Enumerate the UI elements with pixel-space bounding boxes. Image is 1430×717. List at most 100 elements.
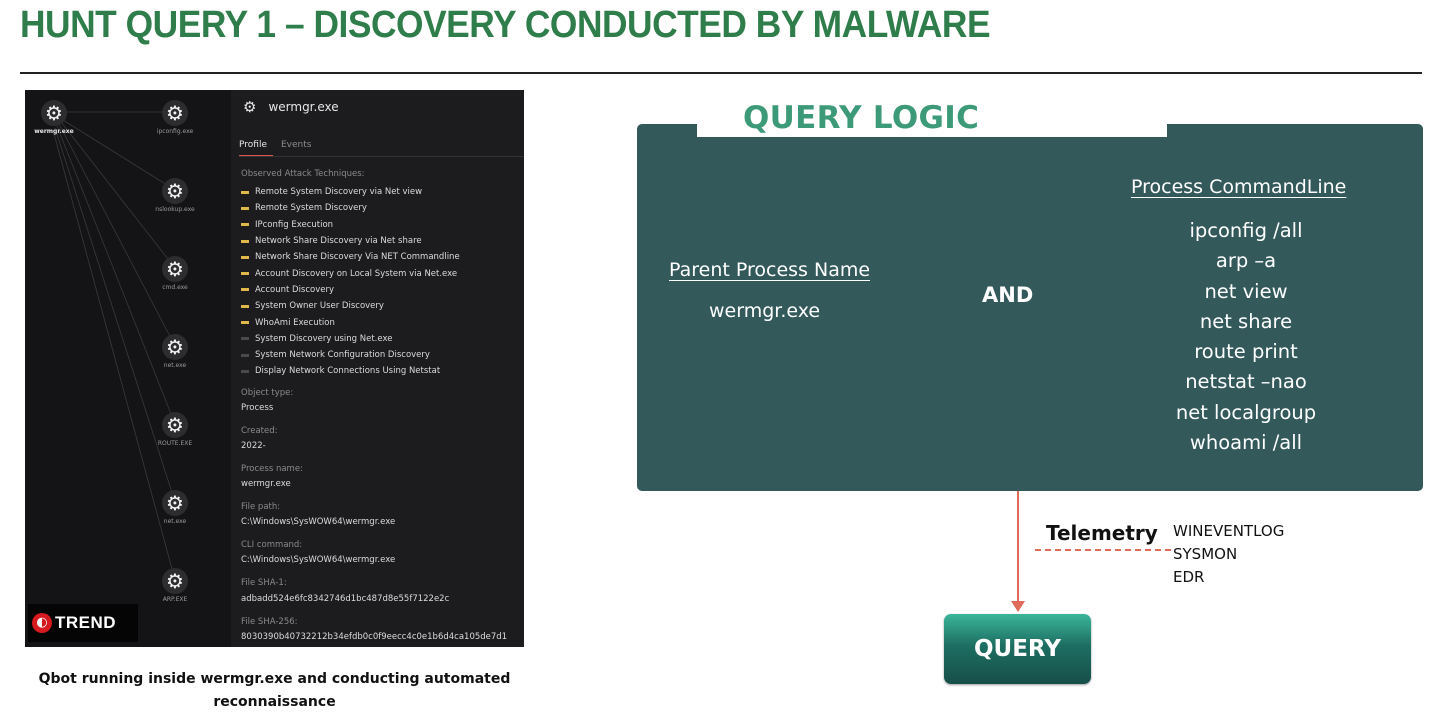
query-button[interactable]: QUERY — [944, 614, 1091, 684]
graph-node[interactable]: ⚙ net.exe — [147, 334, 203, 369]
gear-icon: ⚙ — [162, 334, 188, 360]
trend-logo-text: TREND — [55, 613, 117, 632]
severity-marker-icon — [241, 272, 249, 276]
graph-node-label: wermgr.exe — [34, 128, 74, 135]
graph-node-label: ipconfig.exe — [156, 128, 194, 135]
severity-marker-icon — [241, 321, 249, 325]
pane-header: ⚙ wermgr.exe — [243, 98, 339, 116]
technique-name: Network Share Discovery Via NET Commandl… — [255, 252, 460, 263]
flow-arrow-head-icon — [1011, 601, 1025, 612]
telemetry-label: Telemetry — [1046, 521, 1158, 545]
parent-process-value: wermgr.exe — [709, 300, 821, 322]
severity-marker-icon — [241, 223, 249, 227]
gear-icon: ⚙ — [162, 100, 188, 126]
pane-process-title: wermgr.exe — [268, 100, 339, 114]
tab-events[interactable]: Events — [281, 140, 317, 157]
graph-node[interactable]: ⚙ nslookup.exe — [147, 178, 203, 213]
graph-node[interactable]: ⚙ net.exe — [147, 490, 203, 525]
telemetry-sources: WINEVENTLOG SYSMON EDR — [1173, 520, 1284, 589]
graph-node[interactable]: ⚙ ROUTE.EXE — [147, 412, 203, 447]
gear-icon: ⚙ — [162, 412, 188, 438]
cmdline-item: arp –a — [1215, 249, 1277, 273]
telemetry-source: SYSMON — [1173, 545, 1238, 563]
technique-name: System Network Configuration Discovery — [255, 350, 430, 361]
technique-item: System Discovery using Net.exe — [241, 331, 460, 347]
graph-node[interactable]: ⚙ cmd.exe — [147, 256, 203, 291]
graph-node[interactable]: ⚙ ARP.EXE — [147, 568, 203, 603]
cmdline-list: ipconfig /all arp –a net view net share rout… — [1136, 216, 1356, 458]
file-path-value: C:\Windows\SysWOW64\wermgr.exe — [241, 517, 396, 527]
file-path-label: File path: — [241, 502, 281, 512]
caption-line-1: Qbot running inside wermgr.exe and condu… — [38, 671, 511, 687]
severity-marker-icon — [241, 304, 249, 308]
flow-arrow-line — [1017, 491, 1019, 605]
technique-item: Network Share Discovery Via NET Commandl… — [241, 249, 460, 265]
title-divider — [20, 72, 1422, 74]
telemetry-source: EDR — [1173, 568, 1205, 586]
sha1-value: adbadd524e6fc8342746d1bc487d8e55f7122e2c — [241, 594, 450, 604]
process-name-value: wermgr.exe — [241, 479, 291, 489]
gear-icon: ⚙ — [162, 256, 188, 282]
technique-item: Account Discovery on Local System via Ne… — [241, 265, 460, 281]
technique-item: Display Network Connections Using Netsta… — [241, 363, 460, 379]
severity-marker-icon — [241, 288, 249, 292]
gear-icon: ⚙ — [41, 100, 67, 126]
observed-techniques-label: Observed Attack Techniques: — [241, 169, 365, 179]
sha256-label: File SHA-256: — [241, 617, 298, 627]
technique-item: Network Share Discovery via Net share — [241, 233, 460, 249]
graph-node-label: net.exe — [163, 518, 187, 525]
logic-operator: AND — [982, 283, 1034, 307]
tab-divider — [239, 156, 524, 157]
graph-node[interactable]: ⚙ ipconfig.exe — [147, 100, 203, 135]
severity-marker-icon — [241, 353, 249, 357]
gear-icon: ⚙ — [162, 178, 188, 204]
trend-micro-logo: ◐ TREND — [28, 604, 138, 642]
severity-marker-icon — [241, 337, 249, 341]
technique-name: System Discovery using Net.exe — [255, 333, 393, 344]
cmdline-item: ipconfig /all — [1189, 219, 1303, 242]
telemetry-divider — [1035, 549, 1171, 551]
object-type-value: Process — [241, 403, 274, 413]
screenshot-caption: Qbot running inside wermgr.exe and condu… — [25, 668, 524, 714]
severity-marker-icon — [241, 206, 249, 210]
technique-name: Account Discovery on Local System via Ne… — [255, 268, 458, 279]
technique-name: WhoAmi Execution — [255, 317, 335, 328]
graph-node-label: ARP.EXE — [162, 596, 188, 603]
gear-icon: ⚙ — [243, 98, 257, 116]
graph-node-label: ROUTE.EXE — [157, 440, 193, 447]
gear-icon: ⚙ — [162, 490, 188, 516]
created-label: Created: — [241, 426, 278, 436]
cmdline-item: whoami /all — [1189, 431, 1303, 455]
process-name-label: Process name: — [241, 464, 303, 474]
technique-item: Remote System Discovery — [241, 200, 460, 216]
sha256-value: 8030390b40732212b34efdb0c0f9eecc4c0e1b6d… — [241, 632, 508, 642]
cli-value: C:\Windows\SysWOW64\wermgr.exe — [241, 555, 396, 565]
graph-node-label: net.exe — [163, 362, 187, 369]
technique-item: System Owner User Discovery — [241, 298, 460, 314]
cli-label: CLI command: — [241, 540, 303, 550]
severity-marker-icon — [241, 190, 249, 194]
technique-item: WhoAmi Execution — [241, 314, 460, 330]
graph-node-label: nslookup.exe — [155, 206, 195, 213]
pane-tabs: Profile Events — [239, 140, 325, 157]
technique-name: Network Share Discovery via Net share — [255, 236, 422, 247]
sha1-label: File SHA-1: — [241, 578, 287, 588]
query-logic-title: QUERY LOGIC — [743, 100, 980, 136]
cmdline-item: net share — [1199, 309, 1293, 333]
technique-item: Account Discovery — [241, 282, 460, 298]
process-graph: ⚙ wermgr.exe ⚙ ipconfig.exe ⚙ nslookup.e… — [25, 90, 231, 647]
cmdline-item: net localgroup — [1175, 400, 1317, 424]
tab-profile[interactable]: Profile — [239, 140, 273, 157]
graph-node-root[interactable]: ⚙ wermgr.exe — [26, 100, 82, 135]
technique-name: Remote System Discovery — [255, 203, 367, 214]
telemetry-source: WINEVENTLOG — [1173, 522, 1285, 540]
severity-marker-icon — [241, 255, 249, 259]
technique-name: Remote System Discovery via Net view — [255, 187, 423, 198]
technique-name: Display Network Connections Using Netsta… — [255, 366, 441, 377]
created-value: 2022- — [241, 441, 266, 451]
severity-marker-icon — [241, 239, 249, 243]
cmdline-item: net view — [1204, 279, 1288, 303]
gear-icon: ⚙ — [162, 568, 188, 594]
parent-process-header: Parent Process Name — [669, 259, 871, 281]
technique-name: Account Discovery — [255, 284, 335, 295]
